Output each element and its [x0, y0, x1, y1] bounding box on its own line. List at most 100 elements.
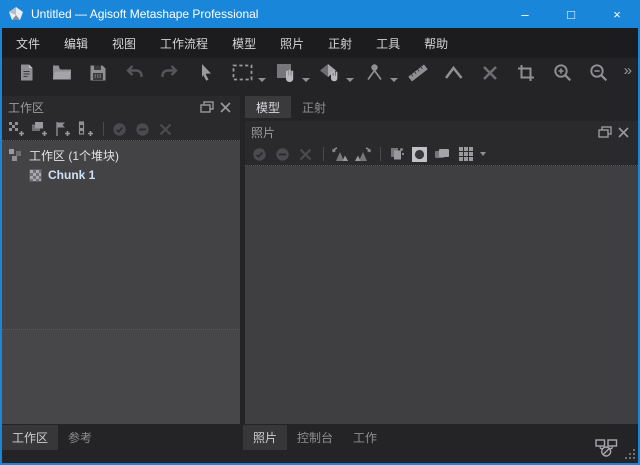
workspace-float-button[interactable] — [198, 98, 216, 116]
undo-icon — [124, 64, 144, 86]
new-document-button[interactable] — [14, 62, 38, 88]
angle-tool-icon — [444, 65, 464, 85]
remove-camera-button[interactable] — [295, 145, 316, 164]
filter-photos-button[interactable] — [386, 145, 407, 164]
disable-item-button[interactable] — [132, 120, 153, 139]
undo-button[interactable] — [122, 62, 146, 88]
show-masks-button[interactable] — [409, 145, 430, 164]
select-cursor-button[interactable] — [194, 62, 218, 88]
enable-check-icon — [252, 147, 267, 162]
photos-pane: 照片 — [245, 121, 638, 424]
workspace-tree-icon — [8, 148, 23, 162]
open-project-button[interactable] — [50, 62, 74, 88]
delete-x-icon — [482, 65, 498, 86]
rotate-object-button[interactable] — [318, 62, 342, 88]
pan-navigation-dropdown-icon[interactable] — [302, 78, 310, 82]
add-photos-icon — [31, 121, 48, 137]
ruler-icon — [408, 63, 428, 88]
dock-tab-photos[interactable]: 照片 — [243, 425, 287, 450]
ruler-tool-button[interactable] — [406, 62, 430, 88]
tab-ortho[interactable]: 正射 — [291, 96, 337, 118]
resize-grip-icon — [624, 448, 636, 460]
crop-region-button[interactable] — [514, 62, 538, 88]
delete-selection-button[interactable] — [478, 62, 502, 88]
window-controls: – □ × — [502, 0, 640, 28]
dock-tab-reference[interactable]: 参考 — [58, 425, 102, 450]
app-logo-icon — [8, 6, 24, 22]
add-photos-button[interactable] — [29, 120, 50, 139]
dock-tab-console[interactable]: 控制台 — [287, 425, 343, 450]
menu-tools[interactable]: 工具 — [366, 30, 410, 57]
tab-model[interactable]: 模型 — [245, 96, 291, 118]
marker-tool-icon — [365, 63, 384, 87]
chunk-icon — [29, 169, 42, 182]
menu-ortho[interactable]: 正射 — [318, 30, 362, 57]
zoom-out-button[interactable] — [586, 62, 610, 88]
rectangle-selection-dropdown-icon[interactable] — [258, 78, 266, 82]
close-button[interactable]: × — [594, 0, 640, 28]
add-scalebar-button[interactable] — [75, 120, 96, 139]
marker-tool-button[interactable] — [362, 62, 386, 88]
menu-model[interactable]: 模型 — [222, 30, 266, 57]
rotate-right-button[interactable] — [352, 145, 373, 164]
photos-close-button[interactable] — [614, 123, 632, 141]
redo-button[interactable] — [158, 62, 182, 88]
rectangle-selection-button[interactable] — [230, 62, 254, 88]
dock-tab-jobs[interactable]: 工作 — [343, 425, 387, 450]
add-marker-button[interactable] — [52, 120, 73, 139]
disable-camera-button[interactable] — [272, 145, 293, 164]
photos-float-button[interactable] — [596, 123, 614, 141]
network-status-button[interactable] — [595, 439, 618, 457]
menu-help[interactable]: 帮助 — [414, 30, 458, 57]
workspace-pane-title: 工作区 — [8, 99, 198, 116]
show-duplicates-button[interactable] — [432, 145, 453, 164]
menubar: 文件 编辑 视图 工作流程 模型 照片 正射 工具 帮助 — [2, 28, 638, 58]
enable-camera-button[interactable] — [249, 145, 270, 164]
menu-workflow[interactable]: 工作流程 — [150, 30, 218, 57]
viewport-tabs: 模型 正射 — [245, 96, 638, 118]
angle-tool-button[interactable] — [442, 62, 466, 88]
thumbnail-size-dropdown-icon[interactable] — [480, 152, 486, 156]
enable-item-button[interactable] — [109, 120, 130, 139]
toolbar-separator — [103, 122, 104, 136]
bottom-bar: 工作区 参考 照片 控制台 工作 — [2, 424, 638, 463]
open-folder-icon — [52, 64, 73, 86]
menu-photo[interactable]: 照片 — [270, 30, 314, 57]
photos-content-area — [245, 166, 638, 424]
workspace-pane: 工作区 — [2, 96, 240, 424]
toolbar-overflow-button[interactable]: » — [624, 62, 632, 79]
arrow-cursor-icon — [198, 63, 214, 87]
menu-view[interactable]: 视图 — [102, 30, 146, 57]
marker-tool-dropdown-icon[interactable] — [390, 78, 398, 82]
tree-root-workspace[interactable]: 工作区 (1个堆块) — [2, 145, 240, 165]
tree-item-chunk[interactable]: Chunk 1 — [2, 165, 240, 185]
save-project-button[interactable] — [86, 62, 110, 88]
remove-item-button[interactable] — [155, 120, 176, 139]
photos-toolbar — [245, 143, 638, 166]
resize-grip[interactable] — [624, 448, 636, 460]
enable-check-icon — [112, 122, 127, 137]
crop-icon — [517, 64, 535, 87]
rotate-object-dropdown-icon[interactable] — [346, 78, 354, 82]
workspace-details-panel — [2, 330, 240, 424]
dock-tab-workspace[interactable]: 工作区 — [2, 425, 58, 450]
dock-area: 工作区 — [2, 92, 638, 424]
thumbnail-size-button[interactable] — [455, 145, 476, 164]
new-document-icon — [18, 63, 35, 87]
zoom-in-button[interactable] — [550, 62, 574, 88]
menu-file[interactable]: 文件 — [6, 30, 50, 57]
right-dock-tabs: 照片 控制台 工作 — [243, 425, 387, 450]
add-scalebar-icon — [77, 121, 94, 137]
pan-navigation-button[interactable] — [274, 62, 298, 88]
workspace-close-button[interactable] — [216, 98, 234, 116]
add-chunk-button[interactable] — [6, 120, 27, 139]
workspace-toolbar — [2, 118, 240, 141]
minimize-button[interactable]: – — [502, 0, 548, 28]
left-dock-tabs: 工作区 参考 — [2, 425, 102, 450]
photos-pane-title: 照片 — [251, 124, 596, 141]
network-offline-icon — [595, 439, 618, 457]
rotate-left-button[interactable] — [329, 145, 350, 164]
menu-edit[interactable]: 编辑 — [54, 30, 98, 57]
maximize-button[interactable]: □ — [548, 0, 594, 28]
zoom-in-icon — [553, 63, 572, 87]
